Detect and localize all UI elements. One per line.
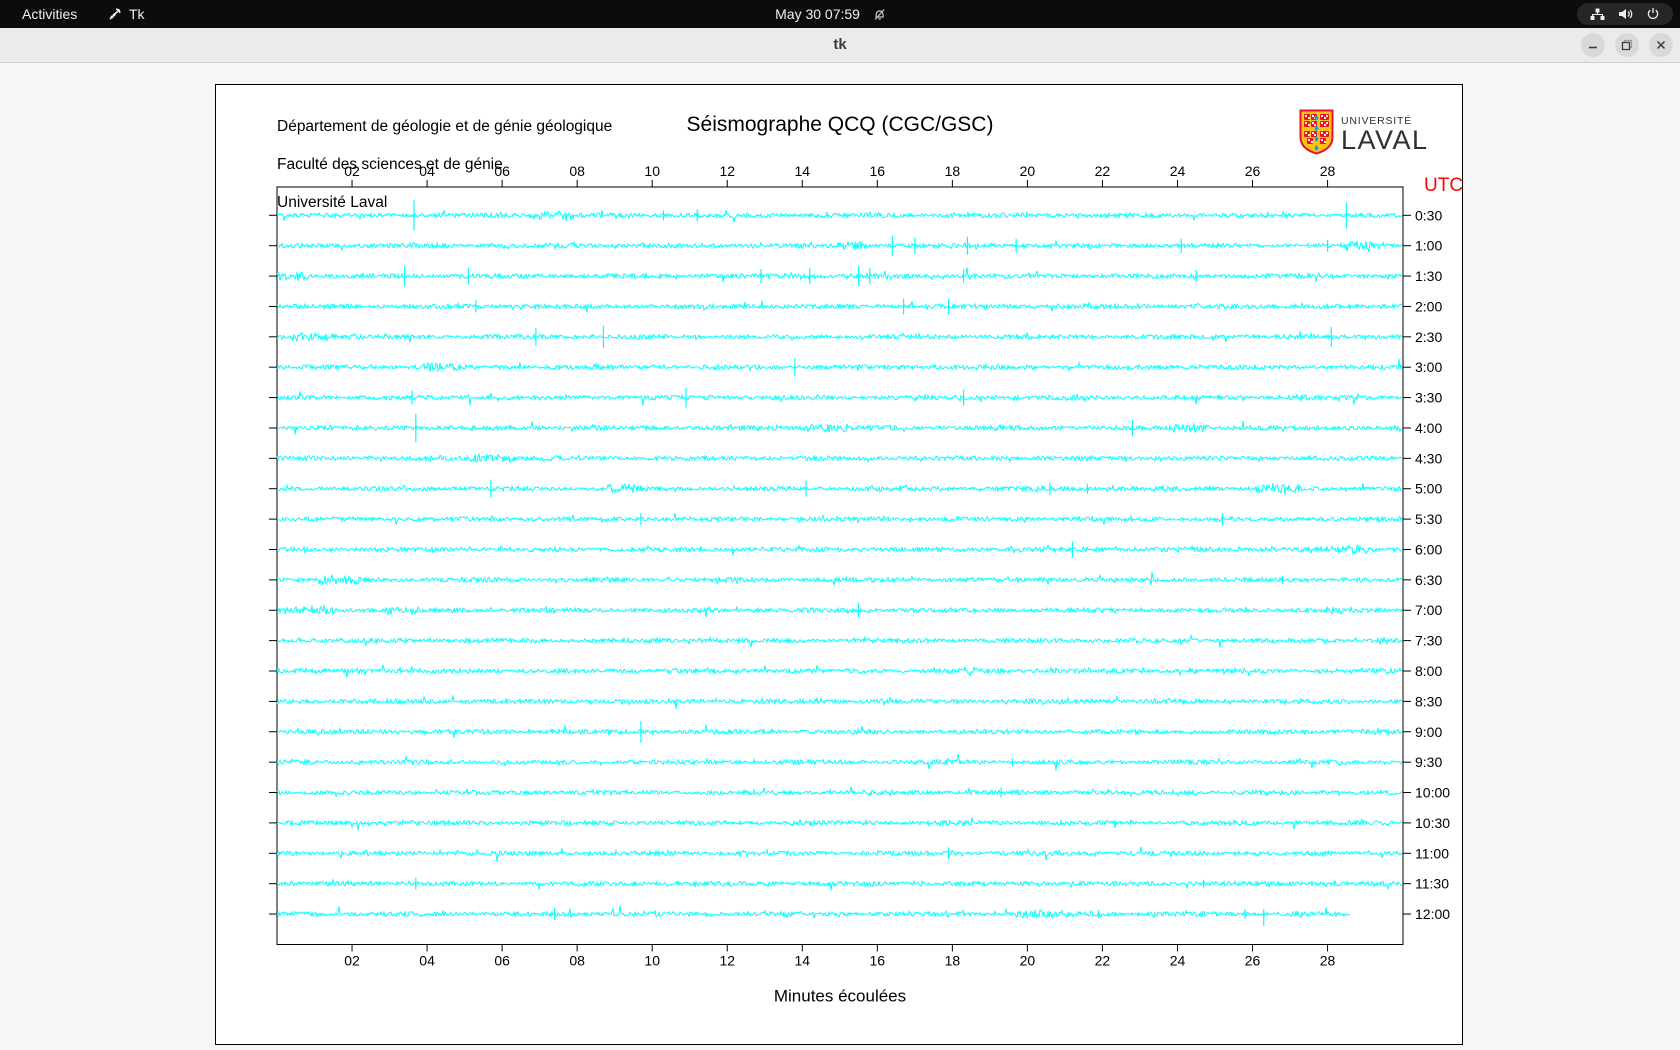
row-time-label: 8:30 [1415,693,1442,709]
row-time-label: 1:00 [1415,238,1442,254]
x-tick-label-bottom: 24 [1170,953,1186,969]
seismogram-trace [276,209,1403,223]
x-tick-label-top: 18 [945,163,961,179]
x-tick-label-bottom: 28 [1320,953,1336,969]
x-tick-label-bottom: 22 [1095,953,1111,969]
seismogram-trace [276,905,1351,920]
x-tick-label-top: 26 [1245,163,1261,179]
tk-app-icon [108,7,122,21]
seismogram-trace [276,513,1403,525]
seismogram-trace [276,331,1403,343]
row-time-label: 4:00 [1415,420,1442,436]
seismogram-trace [276,544,1403,556]
seismogram-trace [276,420,1403,435]
seismogram-trace [276,786,1403,798]
x-tick-label-top: 02 [344,163,360,179]
x-tick-label-bottom: 02 [344,953,360,969]
x-tick-label-bottom: 10 [644,953,660,969]
x-tick-label-bottom: 18 [945,953,961,969]
seismogram-trace [276,358,1403,373]
row-time-label: 10:30 [1415,815,1450,831]
minimize-button[interactable] [1581,33,1605,57]
seismogram-trace [276,452,1402,464]
maximize-button[interactable] [1615,33,1639,57]
seismogram-trace [276,663,1403,678]
clock-menu[interactable]: May 30 07:59 [775,0,887,28]
row-time-label: 1:30 [1415,268,1442,284]
window-title: tk [833,36,847,53]
row-time-label: 2:00 [1415,298,1442,314]
row-time-label: 5:00 [1415,481,1442,497]
volume-icon [1618,7,1633,21]
x-tick-label-bottom: 06 [494,953,510,969]
seismogram-trace [276,267,1403,283]
clock-label: May 30 07:59 [775,6,860,22]
x-tick-label-top: 20 [1020,163,1036,179]
row-time-label: 6:00 [1415,541,1442,557]
x-tick-label-top: 08 [569,163,585,179]
seismogram-trace [276,633,1403,648]
x-tick-label-bottom: 08 [569,953,585,969]
x-tick-label-top: 06 [494,163,510,179]
x-tick-label-bottom: 04 [419,953,435,969]
activities-button[interactable]: Activities [12,0,87,28]
row-time-label: 3:30 [1415,390,1442,406]
x-tick-label-top: 12 [719,163,735,179]
seismogram-trace [276,694,1403,709]
gnome-top-bar: Activities Tk May 30 07:59 [0,0,1680,28]
row-time-label: 0:30 [1415,207,1442,223]
row-time-label: 9:30 [1415,754,1442,770]
x-tick-label-top: 16 [870,163,886,179]
window-title-bar[interactable]: tk [0,28,1680,63]
seismogram-trace [276,240,1403,253]
row-time-label: 3:00 [1415,359,1442,375]
app-indicator-label: Tk [129,6,145,22]
row-time-label: 4:30 [1415,450,1442,466]
x-tick-label-bottom: 20 [1020,953,1036,969]
row-time-label: 9:00 [1415,724,1442,740]
seismogram-trace [276,878,1403,891]
x-tick-label-top: 24 [1170,163,1186,179]
x-tick-label-bottom: 12 [719,953,735,969]
x-tick-label-bottom: 26 [1245,953,1261,969]
system-status-area[interactable] [1577,3,1673,25]
seismogram-trace [276,391,1403,406]
x-tick-label-top: 28 [1320,163,1336,179]
row-time-label: 5:30 [1415,511,1442,527]
row-time-label: 7:30 [1415,633,1442,649]
x-tick-label-top: 22 [1095,163,1111,179]
x-tick-label-top: 10 [644,163,660,179]
close-button[interactable] [1649,33,1673,57]
seismograph-plot: 02 02 04 04 06 06 08 08 10 10 12 12 14 14 16 16 18 18 20 20… [269,163,1462,1006]
x-tick-label-top: 04 [419,163,435,179]
x-tick-label-bottom: 14 [794,953,810,969]
row-time-label: 11:30 [1415,876,1449,892]
row-time-label: 11:00 [1415,845,1449,861]
row-time-label: 12:00 [1415,906,1450,922]
notifications-muted-icon [872,7,887,22]
x-tick-label-top: 14 [794,163,810,179]
seismogram-trace [276,482,1402,495]
row-time-label: 6:30 [1415,572,1442,588]
network-icon [1590,8,1605,21]
row-time-label: 7:00 [1415,602,1442,618]
activities-label: Activities [22,6,78,22]
seismogram-trace [276,572,1403,586]
power-icon [1646,7,1660,21]
utc-label: UTC [1424,175,1462,196]
seismograph-canvas: Département de géologie et de génie géol… [215,84,1463,1045]
seismogram-trace [276,754,1403,771]
seismogram-trace [276,847,1403,862]
seismogram-trace [276,724,1403,738]
row-time-label: 10:00 [1415,785,1450,801]
row-time-label: 8:00 [1415,663,1442,679]
seismogram-trace [276,300,1403,313]
seismogram-trace [276,604,1403,618]
row-time-label: 2:30 [1415,329,1442,345]
x-axis-title: Minutes écoulées [774,987,906,1006]
plot-border [276,186,1404,945]
app-indicator[interactable]: Tk [108,0,145,28]
x-tick-label-bottom: 16 [870,953,886,969]
seismogram-trace [276,817,1403,831]
